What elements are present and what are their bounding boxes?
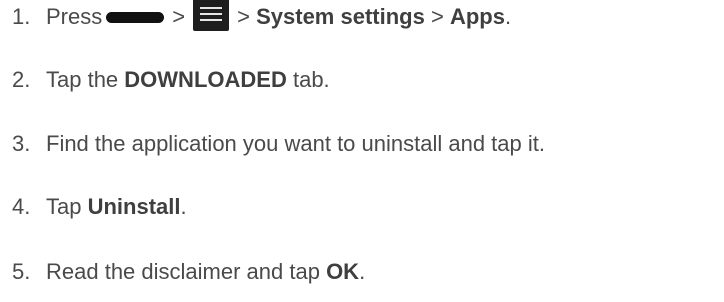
- step-number: 4.: [12, 194, 31, 219]
- step-2: 2. Tap the DOWNLOADED tab.: [12, 63, 330, 97]
- step-1: 1. Press > > System settings > Apps.: [12, 0, 511, 34]
- step-text: Tap the: [46, 67, 119, 92]
- step-number: 1.: [12, 4, 31, 29]
- apps-label: Apps: [449, 4, 505, 29]
- instruction-steps: 1. Press > > System settings > Apps. 2. …: [0, 0, 724, 302]
- step-number: 3.: [12, 131, 31, 156]
- step-text: Tap: [46, 194, 82, 219]
- step-text: Read the disclaimer and tap: [46, 259, 320, 284]
- step-text: Find the application you want to uninsta…: [46, 131, 545, 156]
- period: .: [359, 259, 366, 284]
- step-text: Press: [46, 4, 103, 29]
- step-number: 5.: [12, 259, 31, 284]
- menu-key-icon: [193, 0, 230, 31]
- step-number: 2.: [12, 67, 31, 92]
- system-settings-label: System settings: [256, 4, 425, 29]
- step-text-end: tab.: [292, 67, 330, 92]
- period: .: [504, 4, 512, 29]
- period: .: [180, 194, 187, 219]
- separator: >: [237, 4, 250, 29]
- home-key-icon: [106, 11, 165, 23]
- uninstall-label: Uninstall: [87, 194, 181, 219]
- downloaded-tab-label: DOWNLOADED: [124, 67, 287, 92]
- step-4: 4. Tap Uninstall.: [12, 190, 187, 224]
- step-5: 5. Read the disclaimer and tap OK.: [12, 255, 365, 289]
- step-3: 3. Find the application you want to unin…: [12, 127, 545, 161]
- ok-label: OK: [326, 259, 360, 284]
- separator: >: [172, 4, 186, 29]
- separator: >: [430, 4, 444, 29]
